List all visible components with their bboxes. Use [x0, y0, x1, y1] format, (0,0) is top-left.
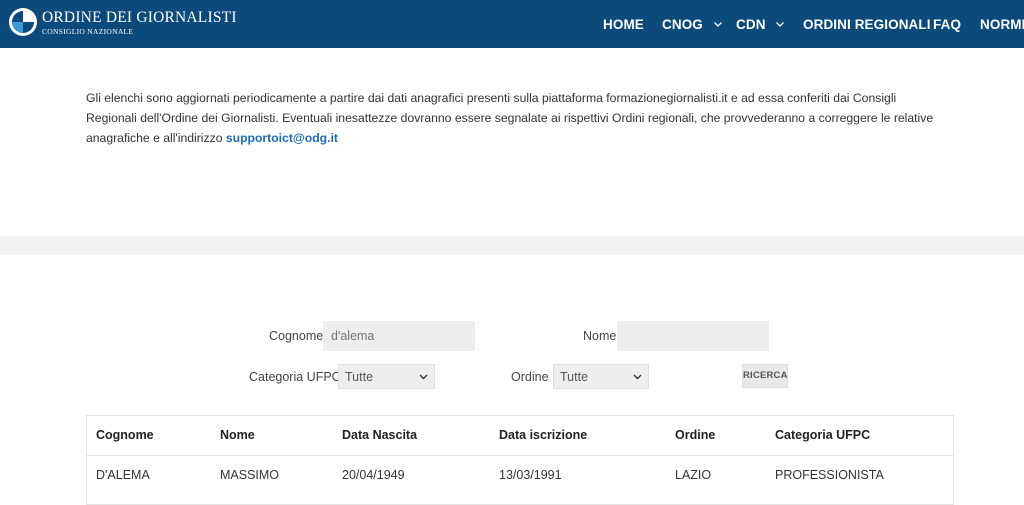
- table-header-row: Cognome Nome Data Nascita Data iscrizion…: [87, 416, 953, 456]
- cognome-label: Cognome: [269, 329, 324, 343]
- nav-norme[interactable]: NORME: [980, 17, 1024, 32]
- cell-data-iscrizione: 13/03/1991: [499, 468, 562, 482]
- chevron-down-icon: [633, 374, 642, 380]
- top-navbar: ORDINE DEI GIORNALISTI CONSIGLIO NAZIONA…: [0, 0, 1024, 48]
- header-ordine: Ordine: [675, 428, 716, 442]
- nav-cdn-label: CDN: [736, 17, 766, 32]
- nav-cnog-label: CNOG: [662, 17, 703, 32]
- nav-cdn[interactable]: CDN: [736, 17, 785, 32]
- ordine-selected: Tutte: [560, 369, 589, 384]
- nome-label: Nome: [583, 329, 617, 343]
- cell-data-nascita: 20/04/1949: [342, 468, 405, 482]
- ordine-select[interactable]: Tutte: [553, 364, 649, 389]
- cognome-input[interactable]: [323, 321, 475, 351]
- header-data-nascita: Data Nascita: [342, 428, 418, 442]
- results-table: Cognome Nome Data Nascita Data iscrizion…: [86, 415, 954, 505]
- chevron-down-icon: [419, 374, 428, 380]
- nav-home[interactable]: HOME: [603, 17, 644, 32]
- cell-categoria-ufpc: PROFESSIONISTA: [775, 468, 884, 482]
- nav-cnog[interactable]: CNOG: [662, 17, 722, 32]
- ordine-label: Ordine: [511, 370, 549, 384]
- ricerca-button[interactable]: RICERCA: [742, 364, 788, 388]
- chevron-down-icon: [713, 22, 722, 27]
- nav-ordini-regionali[interactable]: ORDINI REGIONALI: [803, 17, 931, 32]
- nav-faq[interactable]: FAQ: [933, 17, 961, 32]
- cell-nome: MASSIMO: [220, 468, 280, 482]
- categoria-ufpc-select[interactable]: Tutte: [338, 364, 435, 389]
- header-nome: Nome: [220, 428, 255, 442]
- header-categoria-ufpc: Categoria UFPC: [775, 428, 871, 442]
- section-divider: [0, 236, 1024, 255]
- main-nav: HOME CNOG CDN ORDINI REGIONALI FAQ NORME: [0, 0, 1024, 48]
- cell-ordine: LAZIO: [675, 468, 712, 482]
- chevron-down-icon: [776, 22, 785, 27]
- cell-cognome: D'ALEMA: [96, 468, 150, 482]
- categoria-ufpc-selected: Tutte: [345, 369, 374, 384]
- header-data-iscrizione: Data iscrizione: [499, 428, 588, 442]
- intro-text: Gli elenchi sono aggiornati periodicamen…: [86, 91, 934, 145]
- support-email-link[interactable]: supportoict@odg.it: [226, 131, 338, 145]
- intro-paragraph: Gli elenchi sono aggiornati periodicamen…: [86, 88, 946, 148]
- nome-input[interactable]: [617, 321, 769, 351]
- table-row: D'ALEMA MASSIMO 20/04/1949 13/03/1991 LA…: [87, 456, 953, 495]
- categoria-ufpc-label: Categoria UFPC: [249, 370, 341, 384]
- header-cognome: Cognome: [96, 428, 154, 442]
